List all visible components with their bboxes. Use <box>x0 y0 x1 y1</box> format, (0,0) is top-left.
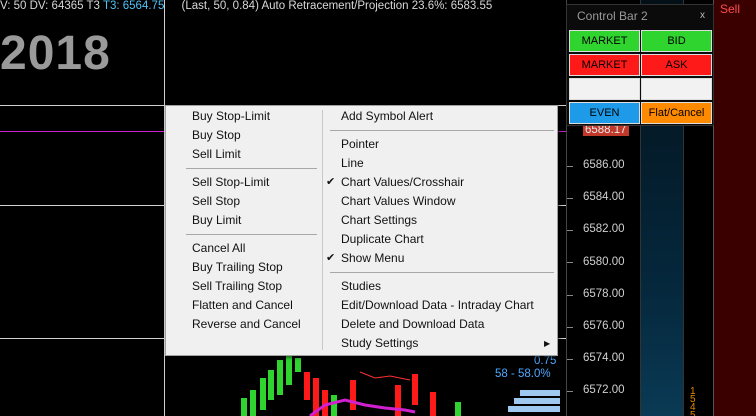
indicator-line <box>359 371 411 381</box>
flat-cancel-button[interactable]: Flat/Cancel <box>641 102 712 124</box>
menu-item-buy-stop[interactable]: Buy Stop <box>192 126 241 145</box>
year-watermark: 2018 <box>0 27 111 80</box>
checkmark-icon: ✔ <box>326 252 336 264</box>
price-label: 6572.00 <box>583 384 625 396</box>
candle <box>350 380 356 410</box>
candle <box>430 392 436 416</box>
candle <box>277 360 283 395</box>
menu-item-show-menu[interactable]: Show Menu <box>341 249 404 268</box>
market-buy-button[interactable]: MARKET <box>569 30 640 52</box>
price-tick <box>567 295 573 296</box>
empty-button-right[interactable] <box>641 78 712 100</box>
menu-item-studies[interactable]: Studies <box>341 277 381 296</box>
price-tick <box>567 391 573 392</box>
status-retrace-info: 23.6%: 6583.55 <box>411 0 493 12</box>
menu-separator <box>186 168 317 169</box>
menu-item-chart-values-window[interactable]: Chart Values Window <box>341 192 456 211</box>
dom-quantity-text: 1 5 4 5 <box>690 387 696 416</box>
candle <box>412 374 418 405</box>
volume-profile-bar <box>508 406 560 412</box>
price-label: 6580.00 <box>583 256 625 268</box>
candle <box>395 385 401 416</box>
menu-item-chart-values-crosshair[interactable]: Chart Values/Crosshair <box>341 173 464 192</box>
price-tick <box>567 262 573 263</box>
candle <box>455 402 461 416</box>
menu-item-edit-download-data[interactable]: Edit/Download Data - Intraday Chart <box>341 296 534 315</box>
candle <box>286 356 292 385</box>
status-study-name: Auto Retracement/Projection <box>261 0 409 12</box>
menu-item-sell-limit[interactable]: Sell Limit <box>192 145 241 164</box>
menu-column-divider <box>322 110 323 350</box>
ask-button[interactable]: ASK <box>641 54 712 76</box>
menu-item-duplicate-chart[interactable]: Duplicate Chart <box>341 230 424 249</box>
menu-item-reverse-and-cancel[interactable]: Reverse and Cancel <box>192 315 301 334</box>
sell-column-header: Sell <box>720 2 741 16</box>
candle <box>295 358 301 372</box>
status-line: V: 50 DV: 64365 T3 T3: 6564.75 (Last, 50… <box>0 0 492 14</box>
dom-sell-column[interactable] <box>713 0 756 416</box>
close-icon[interactable]: x <box>700 10 705 21</box>
menu-item-pointer[interactable]: Pointer <box>341 135 379 154</box>
menu-item-sell-trailing-stop[interactable]: Sell Trailing Stop <box>192 277 282 296</box>
status-t3-value: T3: 6564.75 <box>102 0 165 12</box>
menu-item-sell-stop[interactable]: Sell Stop <box>192 192 240 211</box>
menu-item-buy-trailing-stop[interactable]: Buy Trailing Stop <box>192 258 283 277</box>
volume-profile-bar <box>514 398 560 404</box>
candle <box>260 378 266 410</box>
menu-item-chart-settings[interactable]: Chart Settings <box>341 211 417 230</box>
menu-item-cancel-all[interactable]: Cancel All <box>192 239 245 258</box>
checkmark-icon: ✔ <box>326 176 336 188</box>
retracement-percent-label: 58 - 58.0% <box>495 368 551 380</box>
menu-item-study-settings[interactable]: Study Settings <box>341 334 418 353</box>
price-label: 6584.00 <box>583 191 625 203</box>
price-tick <box>567 198 573 199</box>
control-bar-title: Control Bar 2 <box>577 9 648 23</box>
status-last-info: (Last, 50, 0.84) <box>181 0 259 12</box>
submenu-arrow-icon: ▶ <box>544 339 551 348</box>
bid-button[interactable]: BID <box>641 30 712 52</box>
dom-quantity-digit: 5 <box>690 410 696 416</box>
price-tick <box>567 230 573 231</box>
menu-item-buy-limit[interactable]: Buy Limit <box>192 211 241 230</box>
menu-item-buy-stop-limit[interactable]: Buy Stop-Limit <box>192 107 270 126</box>
even-button[interactable]: EVEN <box>569 102 640 124</box>
volume-profile-bar <box>520 390 560 396</box>
candle <box>268 370 274 400</box>
menu-separator <box>330 130 554 131</box>
price-label: 6578.00 <box>583 288 625 300</box>
price-label: 6574.00 <box>583 352 625 364</box>
empty-button-left[interactable] <box>569 78 640 100</box>
price-label: 6576.00 <box>583 320 625 332</box>
menu-separator <box>186 234 317 235</box>
control-bar-panel: Control Bar 2 x MARKET BID MARKET ASK EV… <box>566 4 714 126</box>
chart-context-menu: Buy Stop-Limit Buy Stop Sell Limit Sell … <box>165 105 558 356</box>
price-tick <box>567 166 573 167</box>
candle <box>331 395 337 416</box>
price-tick <box>567 327 573 328</box>
menu-item-sell-stop-limit[interactable]: Sell Stop-Limit <box>192 173 269 192</box>
candle <box>304 372 310 400</box>
price-label: 6586.00 <box>583 159 625 171</box>
price-tick <box>567 359 573 360</box>
status-volume: V: 50 DV: 64365 T3 <box>0 0 100 12</box>
menu-item-flatten-and-cancel[interactable]: Flatten and Cancel <box>192 296 293 315</box>
candle <box>241 398 247 416</box>
menu-item-line[interactable]: Line <box>341 154 364 173</box>
menu-item-add-symbol-alert[interactable]: Add Symbol Alert <box>341 107 433 126</box>
menu-separator <box>330 272 554 273</box>
menu-item-delete-and-download-data[interactable]: Delete and Download Data <box>341 315 484 334</box>
study-value-label: 0.75 <box>534 355 557 367</box>
candle <box>250 390 256 416</box>
market-sell-button[interactable]: MARKET <box>569 54 640 76</box>
price-label: 6582.00 <box>583 223 625 235</box>
